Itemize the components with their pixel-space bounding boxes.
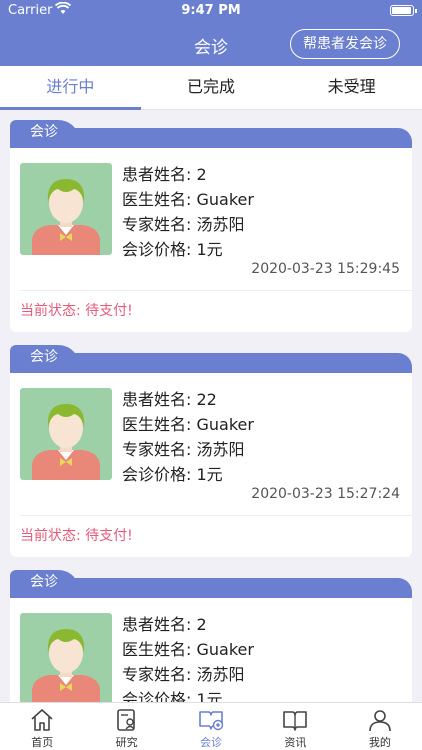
consult-for-patient-button[interactable]: 帮患者发会诊 bbox=[290, 29, 400, 59]
consult-card[interactable]: 会诊 患者姓名: 22 医生姓名: Guaker 专家姓名: 汤苏阳 会诊价格:… bbox=[10, 345, 412, 557]
expert-name: 专家姓名: 汤苏阳 bbox=[122, 215, 245, 234]
nav-header: Carrier 9:47 PM 会诊 帮患者发会诊 bbox=[0, 0, 422, 66]
tab-not-accepted[interactable]: 未受理 bbox=[281, 66, 422, 109]
tabbar-label: 研究 bbox=[115, 736, 138, 749]
status-bar: Carrier 9:47 PM bbox=[0, 0, 422, 22]
doctor-name: 医生姓名: Guaker bbox=[122, 640, 254, 659]
bottom-tab-bar: 首页 研究 会诊 资讯 我的 bbox=[0, 702, 422, 750]
segment-tabs: 进行中 已完成 未受理 bbox=[0, 66, 422, 110]
patient-name: 患者姓名: 22 bbox=[122, 390, 217, 409]
consult-info: 患者姓名: 22 医生姓名: Guaker 专家姓名: 汤苏阳 会诊价格: 1元 bbox=[122, 387, 254, 487]
user-icon bbox=[369, 710, 391, 732]
consult-time: 2020-03-23 15:29:45 bbox=[251, 261, 400, 277]
consult-card[interactable]: 会诊 患者姓名: 2 医生姓名: Guaker 专家姓名: 汤苏阳 会诊价格: … bbox=[10, 120, 412, 332]
consult-info: 患者姓名: 2 医生姓名: Guaker 专家姓名: 汤苏阳 会诊价格: 1元 bbox=[122, 612, 254, 702]
avatar bbox=[20, 163, 112, 255]
consult-info: 患者姓名: 2 医生姓名: Guaker 专家姓名: 汤苏阳 会诊价格: 1元 bbox=[122, 162, 254, 262]
divider bbox=[20, 290, 412, 291]
card-header-label: 会诊 bbox=[10, 570, 80, 594]
tabbar-label: 我的 bbox=[368, 736, 391, 749]
status-text: 当前状态: 待支付! bbox=[20, 303, 133, 319]
tabbar-label: 首页 bbox=[31, 736, 54, 749]
research-icon bbox=[116, 709, 135, 731]
expert-name: 专家姓名: 汤苏阳 bbox=[122, 440, 245, 459]
status-text: 当前状态: 待支付! bbox=[20, 528, 133, 544]
avatar bbox=[20, 613, 112, 702]
tabbar-label: 会诊 bbox=[200, 736, 223, 749]
doctor-name: 医生姓名: Guaker bbox=[122, 190, 254, 209]
tabbar-item-consult[interactable]: 会诊 bbox=[169, 703, 253, 750]
consult-list[interactable]: 会诊 患者姓名: 2 医生姓名: Guaker 专家姓名: 汤苏阳 会诊价格: … bbox=[0, 110, 422, 702]
home-icon bbox=[31, 709, 53, 731]
patient-name: 患者姓名: 2 bbox=[122, 165, 207, 184]
card-body: 患者姓名: 2 医生姓名: Guaker 专家姓名: 汤苏阳 会诊价格: 1元 … bbox=[10, 148, 412, 332]
expert-name: 专家姓名: 汤苏阳 bbox=[122, 665, 245, 684]
doctor-name: 医生姓名: Guaker bbox=[122, 415, 254, 434]
card-header-label: 会诊 bbox=[10, 345, 80, 369]
consult-price: 会诊价格: 1元 bbox=[122, 465, 223, 484]
card-body: 患者姓名: 2 医生姓名: Guaker 专家姓名: 汤苏阳 会诊价格: 1元 bbox=[10, 598, 412, 702]
tabbar-item-home[interactable]: 首页 bbox=[0, 703, 84, 750]
patient-name: 患者姓名: 2 bbox=[122, 615, 207, 634]
tab-completed[interactable]: 已完成 bbox=[141, 66, 282, 109]
tabbar-label: 资讯 bbox=[284, 736, 307, 749]
divider bbox=[20, 515, 412, 516]
status-time: 9:47 PM bbox=[181, 3, 241, 18]
consult-card[interactable]: 会诊 患者姓名: 2 医生姓名: Guaker 专家姓名: 汤苏阳 会诊价格: … bbox=[10, 570, 412, 702]
tab-in-progress[interactable]: 进行中 bbox=[0, 66, 141, 110]
book-icon bbox=[283, 711, 308, 731]
card-body: 患者姓名: 22 医生姓名: Guaker 专家姓名: 汤苏阳 会诊价格: 1元… bbox=[10, 373, 412, 557]
avatar bbox=[20, 388, 112, 480]
consult-price: 会诊价格: 1元 bbox=[122, 240, 223, 259]
battery-icon bbox=[390, 5, 417, 16]
consult-icon bbox=[199, 711, 224, 731]
consult-price: 会诊价格: 1元 bbox=[122, 690, 223, 702]
card-header-label: 会诊 bbox=[10, 120, 80, 144]
tabbar-item-mine[interactable]: 我的 bbox=[338, 703, 422, 750]
tabbar-item-news[interactable]: 资讯 bbox=[253, 703, 337, 750]
consult-time: 2020-03-23 15:27:24 bbox=[251, 486, 400, 502]
tabbar-item-research[interactable]: 研究 bbox=[84, 703, 168, 750]
